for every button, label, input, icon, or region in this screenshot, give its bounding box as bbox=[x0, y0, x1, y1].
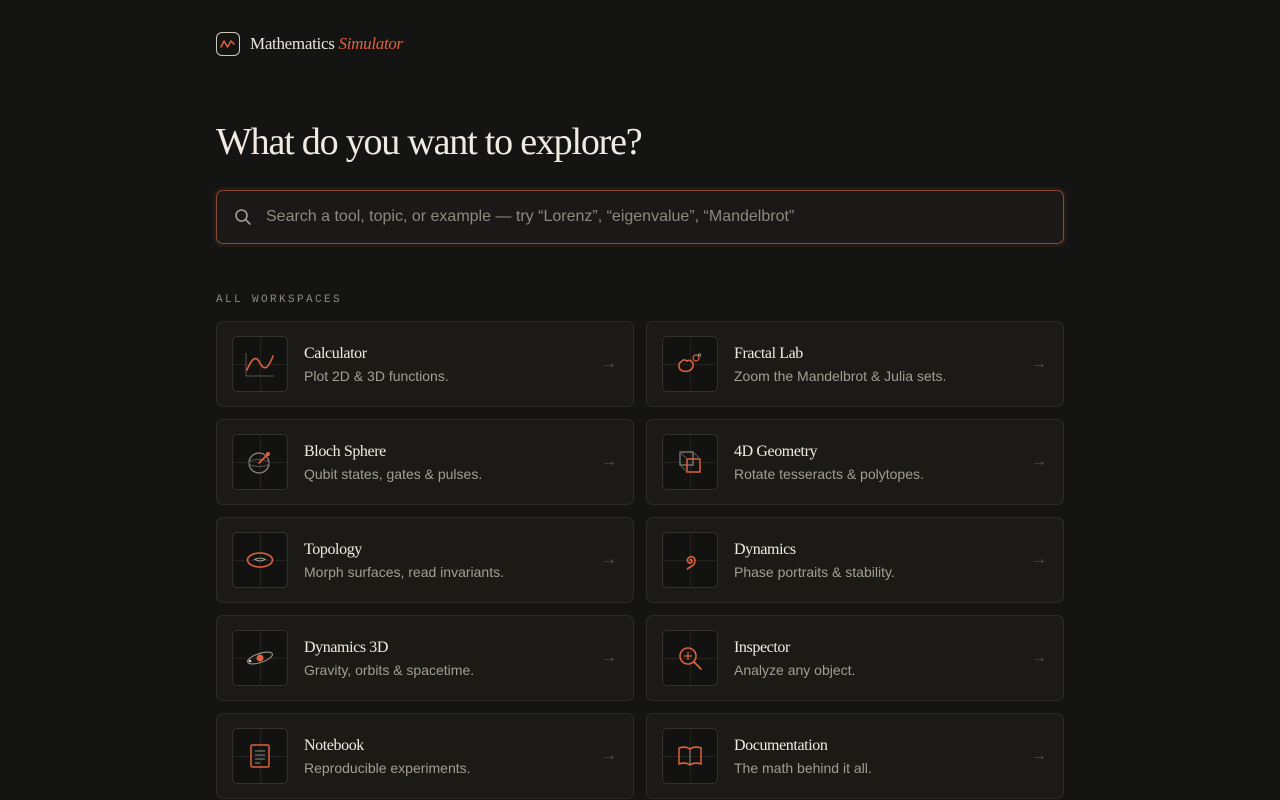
orbit-icon bbox=[232, 630, 288, 686]
card-title: Dynamics bbox=[734, 540, 796, 558]
card-description: Morph surfaces, read invariants. bbox=[304, 563, 504, 580]
card-description: Phase portraits & stability. bbox=[734, 563, 895, 580]
card-title: Fractal Lab bbox=[734, 344, 803, 362]
arrow-right-icon: → bbox=[601, 355, 617, 372]
arrow-right-icon: → bbox=[1031, 649, 1047, 666]
workspace-card-4d-geometry[interactable]: 4D Geometry Rotate tesseracts & polytope… bbox=[646, 419, 1064, 505]
card-description: Analyze any object. bbox=[734, 661, 856, 678]
card-description: Reproducible experiments. bbox=[304, 759, 471, 776]
brand-logo-icon bbox=[216, 32, 240, 56]
arrow-right-icon: → bbox=[601, 649, 617, 666]
magnifier-icon bbox=[662, 630, 718, 686]
workspace-card-notebook[interactable]: Notebook Reproducible experiments. → bbox=[216, 713, 634, 799]
workspace-card-inspector[interactable]: Inspector Analyze any object. → bbox=[646, 615, 1064, 701]
workspace-card-topology[interactable]: Topology Morph surfaces, read invariants… bbox=[216, 517, 634, 603]
arrow-right-icon: → bbox=[601, 747, 617, 764]
workspace-card-fractal-lab[interactable]: Fractal Lab Zoom the Mandelbrot & Julia … bbox=[646, 321, 1064, 407]
function-plot-icon bbox=[232, 336, 288, 392]
brand-name: Mathematics Simulator bbox=[250, 34, 403, 54]
card-description: Plot 2D & 3D functions. bbox=[304, 367, 449, 384]
card-title: Calculator bbox=[304, 344, 367, 362]
workspace-grid: Calculator Plot 2D & 3D functions. → Fra… bbox=[216, 321, 1064, 799]
spiral-icon bbox=[662, 532, 718, 588]
card-description: Rotate tesseracts & polytopes. bbox=[734, 465, 924, 482]
card-title: Dynamics 3D bbox=[304, 638, 389, 656]
notebook-icon bbox=[232, 728, 288, 784]
arrow-right-icon: → bbox=[601, 453, 617, 470]
tesseract-icon bbox=[662, 434, 718, 490]
card-description: Qubit states, gates & pulses. bbox=[304, 465, 483, 482]
book-icon bbox=[662, 728, 718, 784]
brand-name-accent: Simulator bbox=[338, 34, 404, 53]
arrow-right-icon: → bbox=[1031, 355, 1047, 372]
search-icon bbox=[235, 209, 251, 225]
card-title: Documentation bbox=[734, 736, 828, 754]
arrow-right-icon: → bbox=[1031, 747, 1047, 764]
card-title: Topology bbox=[304, 540, 362, 558]
card-description: The math behind it all. bbox=[734, 759, 872, 776]
bloch-sphere-icon bbox=[232, 434, 288, 490]
brand-name-main: Mathematics bbox=[250, 34, 335, 53]
workspace-card-calculator[interactable]: Calculator Plot 2D & 3D functions. → bbox=[216, 321, 634, 407]
torus-icon bbox=[232, 532, 288, 588]
card-description: Gravity, orbits & spacetime. bbox=[304, 661, 475, 678]
brand[interactable]: Mathematics Simulator bbox=[216, 32, 403, 56]
search-input[interactable] bbox=[266, 191, 1063, 243]
workspace-card-dynamics-3d[interactable]: Dynamics 3D Gravity, orbits & spacetime.… bbox=[216, 615, 634, 701]
arrow-right-icon: → bbox=[1031, 551, 1047, 568]
arrow-right-icon: → bbox=[1031, 453, 1047, 470]
card-title: 4D Geometry bbox=[734, 442, 818, 460]
card-description: Zoom the Mandelbrot & Julia sets. bbox=[734, 367, 947, 384]
card-title: Notebook bbox=[304, 736, 364, 754]
workspace-card-dynamics[interactable]: Dynamics Phase portraits & stability. → bbox=[646, 517, 1064, 603]
workspace-card-documentation[interactable]: Documentation The math behind it all. → bbox=[646, 713, 1064, 799]
section-label: ALL WORKSPACES bbox=[216, 294, 343, 306]
arrow-right-icon: → bbox=[601, 551, 617, 568]
search-bar[interactable] bbox=[216, 190, 1064, 244]
workspace-card-bloch-sphere[interactable]: Bloch Sphere Qubit states, gates & pulse… bbox=[216, 419, 634, 505]
page-title: What do you want to explore? bbox=[216, 121, 643, 163]
card-title: Bloch Sphere bbox=[304, 442, 386, 460]
fractal-icon bbox=[662, 336, 718, 392]
card-title: Inspector bbox=[734, 638, 790, 656]
